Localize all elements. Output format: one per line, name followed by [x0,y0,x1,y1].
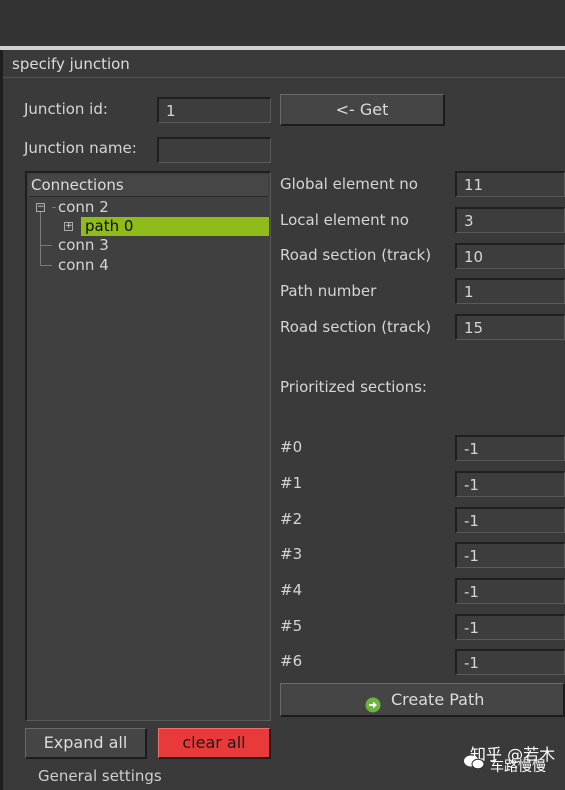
create-path-button[interactable]: Create Path [280,683,565,717]
junction-id-label: Junction id: [24,100,108,118]
priority-6-label: #6 [280,652,303,670]
road-section-field[interactable]: 15 [455,314,565,340]
tree-header: Connections [29,175,268,197]
path-number-field[interactable]: 1 [455,278,565,304]
path-number-label: Path number [280,282,377,300]
clear-all-button[interactable]: clear all [158,728,271,759]
priority-0-label: #0 [280,438,303,456]
collapse-icon[interactable]: − [36,203,45,212]
create-path-label: Create Path [391,690,485,709]
priority-1-label: #1 [280,474,303,492]
priority-2-field[interactable]: -1 [455,507,565,533]
get-button[interactable]: <- Get [280,94,445,126]
app-top-bar [0,0,565,46]
local-element-field[interactable]: 3 [455,207,565,233]
priority-1-field[interactable]: -1 [455,471,565,497]
tree-branch-line [40,245,52,246]
junction-name-label: Junction name: [24,139,137,157]
local-element-label: Local element no [280,211,409,229]
road-section-label: Road section (track) [280,318,432,336]
tree-node-path-0[interactable]: path 0 [81,217,269,236]
title-separator [3,77,565,78]
priority-6-field[interactable]: -1 [455,649,565,675]
prioritized-sections-label: Prioritized sections: [280,378,427,396]
tree-node-conn-2[interactable]: conn 2 [58,198,109,216]
tree-branch-line [40,265,52,266]
chat-bubbles-icon [463,754,485,770]
priority-0-field[interactable]: -1 [455,435,565,461]
tree-branch-line [52,207,56,208]
global-element-label: Global element no [280,175,418,193]
priority-4-field[interactable]: -1 [455,578,565,604]
road-section-label: Road section (track) [280,246,432,264]
general-settings-tab[interactable]: General settings [38,767,162,785]
priority-5-field[interactable]: -1 [455,614,565,640]
tree-node-conn-3[interactable]: conn 3 [58,236,109,254]
junction-name-field[interactable] [157,137,271,163]
junction-id-field[interactable]: 1 [157,97,271,123]
watermark-line-2: 车路慢慢 [490,759,546,775]
tree-branch-line [40,212,41,265]
expand-icon[interactable]: + [64,222,73,231]
priority-3-label: #3 [280,545,303,563]
priority-3-field[interactable]: -1 [455,542,565,568]
priority-4-label: #4 [280,581,303,599]
tree-node-conn-4[interactable]: conn 4 [58,256,109,274]
global-element-field[interactable]: 11 [455,171,565,197]
panel-title: specify junction [12,55,130,73]
road-section-field[interactable]: 10 [455,243,565,269]
expand-all-button[interactable]: Expand all [25,728,147,759]
priority-2-label: #2 [280,510,303,528]
arrow-right-circle-icon [365,692,381,713]
priority-5-label: #5 [280,617,303,635]
